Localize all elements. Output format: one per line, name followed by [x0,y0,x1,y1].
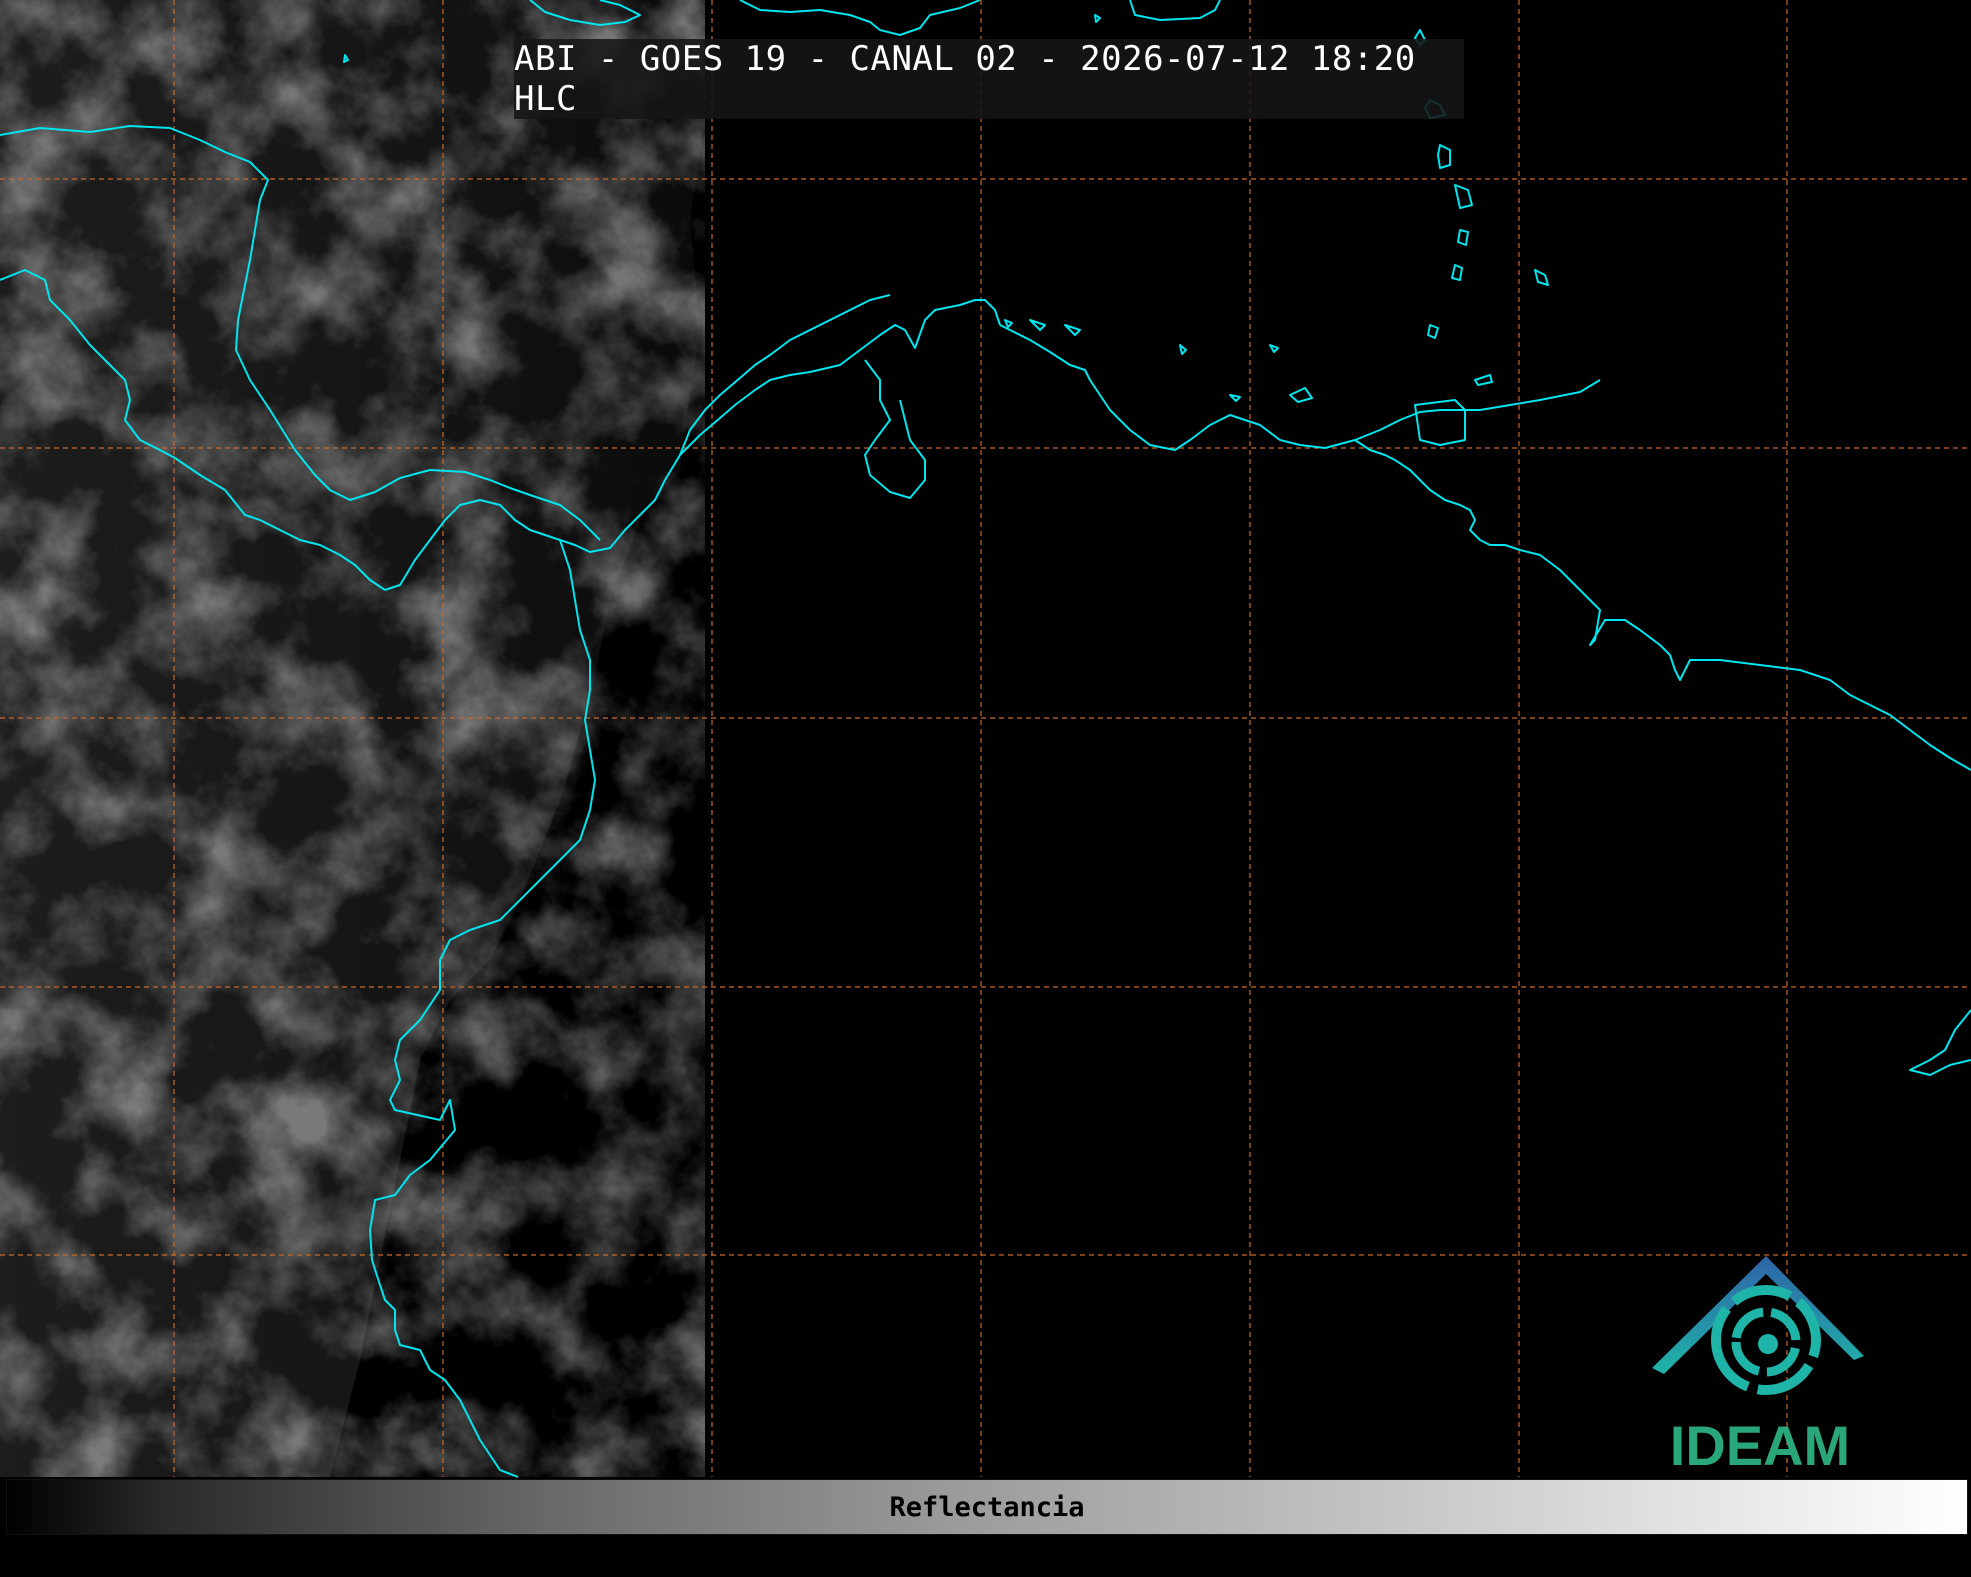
ideam-emblem-icon [1652,1256,1864,1395]
colorbar-label: Reflectancia [889,1492,1085,1523]
map-title: ABI - GOES 19 - CANAL 02 - 2026-07-12 18… [514,39,1464,119]
tick-label-0-1: 0.1 [178,1552,216,1576]
tick-label-0-5: 0.5 [966,1552,1004,1576]
ideam-logo: IDEAM [1640,1250,1880,1477]
colorbar: Reflectancia [6,1479,1968,1535]
tick-label-0-7: 0.7 [1361,1552,1399,1576]
colorbar-ticks: 0.1 0.3 0.5 0.7 0.9 [0,1535,1971,1577]
colorbar-tick-marks [99,1535,1876,1549]
tick-label-0-9: 0.9 [1755,1552,1793,1576]
ideam-logo-text: IDEAM [1669,1414,1851,1477]
tick-label-0-3: 0.3 [572,1552,610,1576]
